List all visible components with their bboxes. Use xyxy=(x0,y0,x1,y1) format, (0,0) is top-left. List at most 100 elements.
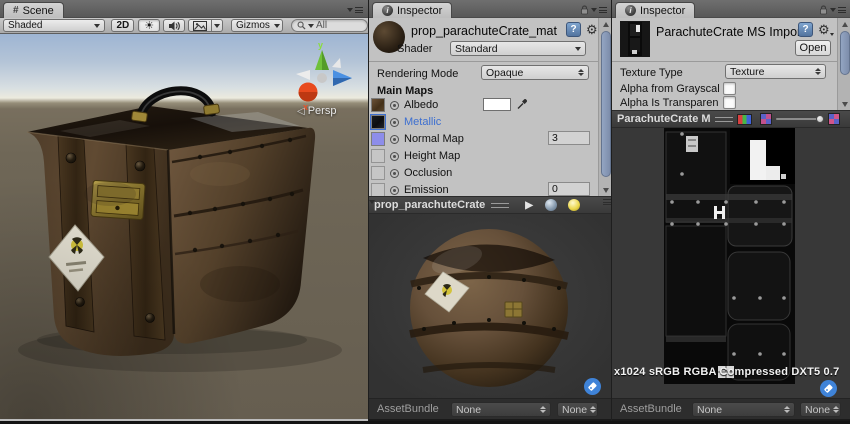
texture-preview-header[interactable]: ParachuteCrate M xyxy=(612,110,850,128)
height-map-empty-thumb[interactable] xyxy=(371,149,385,163)
pane-menu-icon[interactable] xyxy=(830,5,846,15)
axis-x-label[interactable]: x xyxy=(303,102,308,112)
occlusion-empty-thumb[interactable] xyxy=(371,166,385,180)
scroll-up-button[interactable] xyxy=(599,18,612,30)
drag-handle-icon[interactable] xyxy=(491,203,509,208)
assetbundle-label: AssetBundle xyxy=(620,403,682,415)
texture-import-header: ParachuteCrate MS Import ? ⚙ Open xyxy=(612,18,850,62)
material-preview-area[interactable] xyxy=(369,214,611,398)
map-row-normal: Normal Map xyxy=(371,131,464,147)
emission-value-field[interactable] xyxy=(548,182,590,196)
assetbundle-dropdown[interactable]: None xyxy=(451,402,551,417)
help-icon[interactable]: ? xyxy=(566,22,581,37)
tab-inspector[interactable]: i Inspector xyxy=(372,2,452,18)
scrollbar-thumb[interactable] xyxy=(601,31,611,177)
inspector-scrollbar[interactable] xyxy=(598,18,611,196)
gizmo-hub[interactable] xyxy=(317,73,327,83)
axis-y-label[interactable]: y xyxy=(318,40,323,50)
gizmos-dropdown[interactable]: Gizmos xyxy=(231,19,283,32)
material-preview-header[interactable]: prop_parachuteCrate ▶ xyxy=(369,196,611,214)
alpha-is-transparency-label: Alpha Is Transparen xyxy=(620,97,718,109)
normal-map-texture-thumb[interactable] xyxy=(371,132,385,146)
slider-knob[interactable] xyxy=(816,115,824,123)
object-picker-icon[interactable] xyxy=(390,118,399,127)
material-header: prop_parachuteCrate_mat ? ⚙ Shader Stand… xyxy=(369,18,611,62)
preview-shape-button[interactable] xyxy=(545,199,557,211)
alpha-is-transparency-checkbox[interactable] xyxy=(723,96,736,109)
toggle-2d-button[interactable]: 2D xyxy=(111,19,134,32)
alpha-from-grayscale-checkbox[interactable] xyxy=(723,82,736,95)
albedo-texture-thumb[interactable] xyxy=(371,98,385,112)
open-button[interactable]: Open xyxy=(795,40,831,56)
texture-preview-area[interactable]: x1024 sRGB RGBA Compressed DXT5 0.7 xyxy=(612,128,850,398)
scene-panel: # Scene Shaded 2D ☀ xyxy=(0,0,368,424)
metallic-texture-thumb[interactable] xyxy=(371,115,385,129)
material-preview-sphere[interactable] xyxy=(369,214,611,398)
search-icon xyxy=(297,21,306,30)
eyedropper-icon[interactable] xyxy=(516,97,529,110)
scroll-down-button[interactable] xyxy=(838,98,850,110)
normal-map-value-field[interactable] xyxy=(548,131,590,145)
pane-menu-icon[interactable] xyxy=(591,5,607,15)
pane-menu-icon[interactable] xyxy=(347,5,363,15)
alpha-from-grayscale-label: Alpha from Grayscal xyxy=(620,83,720,95)
scroll-up-button[interactable] xyxy=(838,18,850,30)
scene-orientation-gizmo[interactable]: y x xyxy=(288,38,358,112)
scene-viewport[interactable]: y x ◁ Persp xyxy=(0,34,368,419)
scene-search-field[interactable] xyxy=(291,19,368,32)
rendering-mode-label: Rendering Mode xyxy=(377,68,458,80)
lock-icon[interactable] xyxy=(580,5,589,15)
tab-scene[interactable]: # Scene xyxy=(3,2,64,18)
gear-icon[interactable]: ⚙ xyxy=(586,22,598,37)
shading-mode-dropdown[interactable]: Shaded xyxy=(3,19,105,32)
alpha-channel-icon[interactable] xyxy=(760,113,772,125)
object-picker-icon[interactable] xyxy=(390,135,399,144)
assetbundle-tag-icon[interactable] xyxy=(584,378,601,395)
help-icon[interactable]: ? xyxy=(798,22,813,37)
gear-icon[interactable]: ⚙ xyxy=(818,22,830,37)
drag-handle-icon[interactable] xyxy=(715,117,733,122)
texture-type-dropdown[interactable]: Texture xyxy=(725,64,826,79)
scene-audio-button[interactable] xyxy=(163,19,185,32)
object-picker-icon[interactable] xyxy=(390,101,399,110)
texture-import-title: ParachuteCrate MS Import xyxy=(656,25,805,39)
crate-3d-object[interactable] xyxy=(0,34,368,419)
rgb-channels-icon[interactable] xyxy=(737,114,752,125)
object-picker-icon[interactable] xyxy=(390,186,399,195)
tab-inspector[interactable]: i Inspector xyxy=(615,2,695,18)
map-row-metallic: Metallic xyxy=(371,114,441,130)
axis-x-cone[interactable] xyxy=(299,83,318,102)
main-maps-section-label: Main Maps xyxy=(377,85,433,97)
rendering-mode-dropdown[interactable]: Opaque xyxy=(481,65,589,80)
shader-dropdown[interactable]: Standard xyxy=(450,41,586,56)
lock-icon[interactable] xyxy=(819,5,828,15)
preview-light-button[interactable] xyxy=(568,199,580,211)
axis-negative-cone[interactable] xyxy=(296,70,310,80)
scene-toolbar: Shaded 2D ☀ xyxy=(0,18,368,34)
preview-menu-icon[interactable] xyxy=(590,200,606,210)
assetbundle-tag-icon[interactable] xyxy=(820,380,837,397)
assetbundle-dropdown[interactable]: None xyxy=(692,402,795,417)
emission-empty-thumb[interactable] xyxy=(371,183,385,197)
search-input[interactable] xyxy=(316,20,362,31)
sun-icon: ☀ xyxy=(144,21,154,31)
projection-toggle[interactable]: ◁ Persp xyxy=(297,105,336,117)
scene-effects-button[interactable] xyxy=(188,19,223,32)
axis-y-cone[interactable] xyxy=(315,50,329,70)
metallic-label-selected: Metallic xyxy=(404,116,441,128)
axis-negative-cone[interactable] xyxy=(332,58,341,68)
axis-z-cone[interactable] xyxy=(333,70,352,86)
mipmap-icon[interactable] xyxy=(828,113,840,125)
mip-level-slider[interactable] xyxy=(776,113,824,125)
albedo-color-swatch[interactable] xyxy=(483,98,511,111)
texture-thumbnail[interactable] xyxy=(620,21,650,57)
play-button[interactable]: ▶ xyxy=(525,200,533,211)
object-picker-icon[interactable] xyxy=(390,169,399,178)
object-picker-icon[interactable] xyxy=(390,152,399,161)
assetbundle-variant-dropdown[interactable]: None xyxy=(800,402,841,417)
scene-lighting-button[interactable]: ☀ xyxy=(138,19,160,32)
scroll-down-button[interactable] xyxy=(599,184,612,196)
inspector-scrollbar[interactable] xyxy=(837,18,850,110)
assetbundle-variant-dropdown[interactable]: None xyxy=(557,402,598,417)
scrollbar-thumb[interactable] xyxy=(840,31,850,75)
